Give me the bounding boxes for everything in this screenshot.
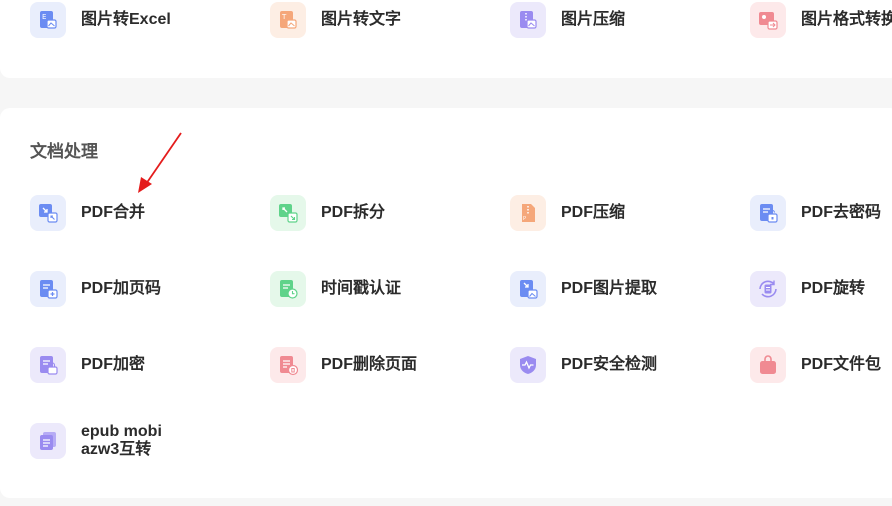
tool-pdf-compress[interactable]: P PDF压缩 xyxy=(510,195,625,231)
tools-page: E 图片转Excel T 图片转文字 图片压缩 图片格式转换 文档处理 PDF合… xyxy=(0,0,892,506)
tool-pdf-delete-page[interactable]: PDF删除页面 xyxy=(270,347,417,383)
tool-ebook-convert[interactable]: epub mobi azw3互转 xyxy=(30,423,191,459)
svg-text:T: T xyxy=(281,13,287,21)
tool-label: PDF加密 xyxy=(81,356,146,373)
tool-label: PDF拆分 xyxy=(321,204,386,221)
tool-image-to-excel[interactable]: E 图片转Excel xyxy=(30,2,171,38)
pdf-delete-page-icon xyxy=(270,347,306,383)
tool-label: PDF合并 xyxy=(81,204,146,221)
tool-timestamp[interactable]: 时间戳认证 xyxy=(270,271,401,307)
tool-label: PDF安全检测 xyxy=(561,356,658,373)
pdf-encrypt-icon xyxy=(30,347,66,383)
tool-pdf-remove-password[interactable]: PDF去密码 xyxy=(750,195,881,231)
pdf-compress-icon: P xyxy=(510,195,546,231)
svg-text:P: P xyxy=(523,216,526,222)
section-title: 文档处理 xyxy=(30,142,98,161)
tool-label: 图片压缩 xyxy=(561,11,626,28)
tool-label: PDF删除页面 xyxy=(321,356,418,373)
tool-label: PDF文件包 xyxy=(801,356,882,373)
tool-pdf-merge[interactable]: PDF合并 xyxy=(30,195,145,231)
tool-label: 时间戳认证 xyxy=(321,280,402,297)
tool-image-compress[interactable]: 图片压缩 xyxy=(510,2,625,38)
pdf-add-page-number-icon xyxy=(30,271,66,307)
tool-pdf-image-extract[interactable]: PDF图片提取 xyxy=(510,271,657,307)
pdf-remove-password-icon xyxy=(750,195,786,231)
pdf-security-check-icon xyxy=(510,347,546,383)
tool-label: PDF去密码 xyxy=(801,204,882,221)
ebook-convert-icon xyxy=(30,423,66,459)
tool-label: epub mobi azw3互转 xyxy=(81,423,162,458)
pdf-split-icon xyxy=(270,195,306,231)
tool-image-to-text[interactable]: T 图片转文字 xyxy=(270,2,401,38)
image-compress-icon xyxy=(510,2,546,38)
tool-pdf-split[interactable]: PDF拆分 xyxy=(270,195,385,231)
pdf-image-extract-icon xyxy=(510,271,546,307)
image-to-excel-icon: E xyxy=(30,2,66,38)
tool-label: PDF旋转 xyxy=(801,280,866,297)
tool-pdf-package[interactable]: PDF文件包 xyxy=(750,347,881,383)
tool-label: PDF压缩 xyxy=(561,204,626,221)
svg-text:E: E xyxy=(42,13,46,21)
tool-label: PDF图片提取 xyxy=(561,280,658,297)
image-format-icon xyxy=(750,2,786,38)
tool-pdf-security-check[interactable]: PDF安全检测 xyxy=(510,347,657,383)
tool-pdf-add-page-number[interactable]: PDF加页码 xyxy=(30,271,161,307)
pdf-merge-icon xyxy=(30,195,66,231)
tool-pdf-encrypt[interactable]: PDF加密 xyxy=(30,347,145,383)
image-to-text-icon: T xyxy=(270,2,306,38)
tool-label: PDF加页码 xyxy=(81,280,162,297)
timestamp-icon xyxy=(270,271,306,307)
tool-label: 图片格式转换 xyxy=(801,11,892,28)
tool-label: 图片转Excel xyxy=(81,11,171,28)
tool-pdf-rotate[interactable]: PDF旋转 xyxy=(750,271,865,307)
pdf-package-icon xyxy=(750,347,786,383)
tool-image-format[interactable]: 图片格式转换 xyxy=(750,2,892,38)
pdf-rotate-icon xyxy=(750,271,786,307)
tool-label: 图片转文字 xyxy=(321,11,402,28)
